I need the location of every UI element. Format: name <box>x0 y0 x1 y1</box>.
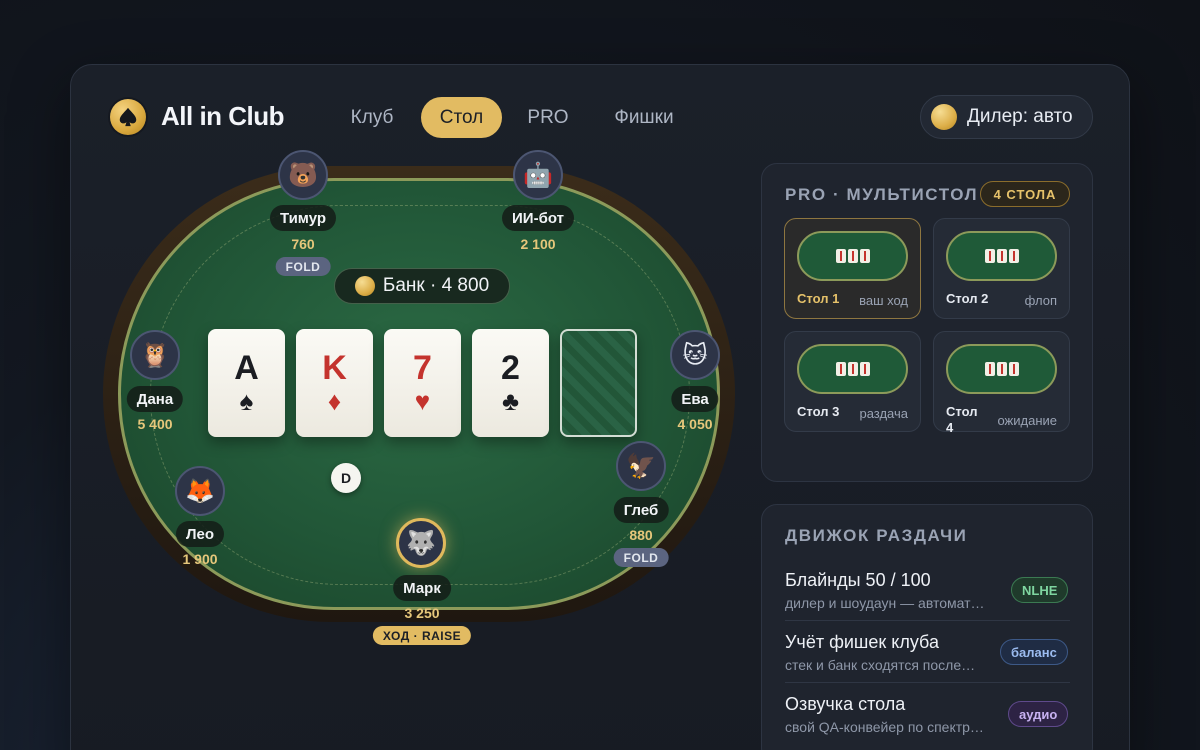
mini-table-name: Стол 2 <box>946 291 989 306</box>
fold-badge: FOLD <box>275 257 331 276</box>
mini-table-status: флоп <box>1024 293 1057 308</box>
mini-table-name: Стол 1 <box>797 291 840 306</box>
card-rank: K <box>322 348 347 387</box>
coin-icon <box>931 104 957 130</box>
player-stack-eva: 4 050 <box>677 416 713 432</box>
divider <box>785 620 1070 621</box>
player-name-mark: Марк <box>393 575 451 601</box>
player-name-leo: Лео <box>175 521 225 547</box>
fold-badge: FOLD <box>613 548 669 567</box>
mini-table-1[interactable]: Стол 1 ваш ход <box>784 218 921 319</box>
cat-icon[interactable]: 🐱 <box>670 330 720 380</box>
player-stack-gleb: 880 <box>629 527 653 543</box>
fox-icon[interactable]: 🦊 <box>175 466 225 516</box>
board-card-3: 7 ♥ <box>384 329 461 437</box>
pot-display: Банк · 4 800 <box>334 268 510 304</box>
engine-item-subtitle: стек и банк сходятся после… <box>785 657 976 673</box>
robot-icon[interactable]: 🤖 <box>513 150 563 200</box>
heart-suit-icon: ♥ <box>414 385 431 416</box>
mini-table-name: Стол 3 <box>797 404 840 419</box>
wolf-icon[interactable]: 🐺 <box>396 518 446 568</box>
club-suit-icon: ♣ <box>501 385 520 416</box>
mini-table-felt <box>797 231 908 281</box>
dealer-button-chip: D <box>331 463 361 493</box>
card-rank: A <box>234 348 259 387</box>
nav-chips[interactable]: Фишки <box>596 97 692 138</box>
nav-pro[interactable]: PRO <box>511 97 585 138</box>
player-stack-leo: 1 900 <box>182 551 218 567</box>
player-name-bot: ИИ-бот <box>502 205 574 231</box>
mini-table-name: Стол 4 <box>946 404 978 436</box>
nav-table[interactable]: Стол <box>421 97 502 138</box>
coin-icon <box>354 276 375 296</box>
board-card-4: 2 ♣ <box>472 329 549 437</box>
board-card-facedown <box>560 329 637 437</box>
multitable-title: PRO · МУЛЬТИСТОЛ <box>785 185 979 204</box>
mini-table-status: ваш ход <box>859 293 908 308</box>
owl-icon[interactable]: 🦉 <box>130 330 180 380</box>
engine-title: ДВИЖОК РАЗДАЧИ <box>785 526 968 545</box>
player-stack-bot: 2 100 <box>520 236 556 252</box>
mini-table-3[interactable]: Стол 3 раздача <box>784 331 921 432</box>
player-stack-timur: 760 <box>291 236 315 252</box>
balance-tag: баланс <box>1000 639 1068 665</box>
bear-icon[interactable]: 🐻 <box>278 150 328 200</box>
mini-table-2[interactable]: Стол 2 флоп <box>933 218 1070 319</box>
player-stack-mark: 3 250 <box>404 605 440 621</box>
player-name-eva: Ева <box>671 386 719 412</box>
mini-table-status: ожидание <box>997 413 1057 428</box>
player-name-timur: Тимур <box>269 205 337 231</box>
engine-item-subtitle: свой QA-конвейер по спектр… <box>785 719 984 735</box>
player-name-gleb: Глеб <box>613 497 669 523</box>
multitable-panel <box>761 163 1093 482</box>
mini-table-felt <box>946 344 1057 394</box>
tables-count-badge: 4 СТОЛА <box>980 181 1070 207</box>
turn-raise-badge: ХОД · RAISE <box>372 626 472 645</box>
board-card-2: K ♦ <box>296 329 373 437</box>
engine-item-subtitle: дилер и шоудаун — автомат… <box>785 595 985 611</box>
brand-title: All in Club <box>161 101 285 131</box>
spade-suit-icon: ♠ <box>239 385 254 416</box>
mini-table-4[interactable]: Стол 4 ожидание <box>933 331 1070 435</box>
player-stack-dana: 5 400 <box>137 416 173 432</box>
card-rank: 2 <box>501 348 520 387</box>
spade-logo-icon <box>110 99 146 135</box>
nav-club[interactable]: Клуб <box>330 97 414 138</box>
divider <box>785 682 1070 683</box>
mini-table-felt <box>797 344 908 394</box>
dealer-mode-button[interactable]: Дилер: авто <box>920 95 1093 139</box>
eagle-icon[interactable]: 🦅 <box>616 441 666 491</box>
pot-label: Банк · 4 800 <box>382 275 490 296</box>
player-name-dana: Дана <box>126 386 184 412</box>
mini-table-felt <box>946 231 1057 281</box>
card-rank: 7 <box>413 348 432 387</box>
board-card-1: A ♠ <box>208 329 285 437</box>
dealer-mode-label: Дилер: авто <box>967 106 1073 127</box>
audio-tag: аудио <box>1008 701 1069 727</box>
diamond-suit-icon: ♦ <box>327 385 342 416</box>
mini-table-status: раздача <box>859 406 908 421</box>
nlhe-tag: NLHE <box>1011 577 1069 603</box>
